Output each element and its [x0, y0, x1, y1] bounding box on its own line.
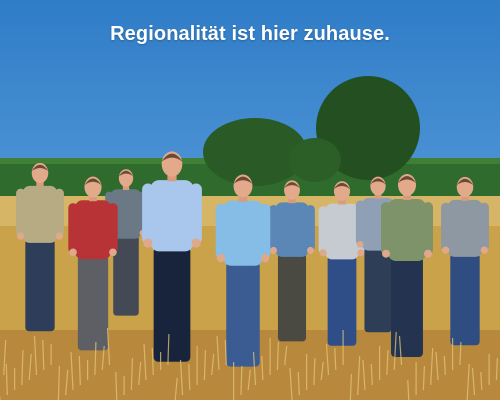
person-legs — [450, 253, 480, 346]
person-hand — [357, 249, 365, 257]
person-hand — [69, 248, 77, 257]
person-hand — [356, 240, 364, 248]
person-hand — [143, 238, 153, 248]
person-torso — [150, 180, 194, 252]
person-hand — [442, 246, 450, 254]
person-legs — [364, 247, 392, 333]
person-hand — [17, 232, 25, 240]
person-hand — [319, 249, 327, 257]
person-hand — [191, 238, 201, 248]
person-torso — [324, 203, 360, 260]
person-hand — [260, 253, 270, 263]
person-hand — [270, 246, 278, 254]
person-legs — [25, 239, 55, 332]
person-hand — [424, 249, 432, 258]
person-hand — [55, 232, 63, 240]
person-torso — [223, 200, 263, 266]
person-hand — [306, 246, 315, 254]
tree-small — [289, 138, 341, 182]
person-hand — [480, 246, 488, 254]
person-torso — [275, 202, 309, 257]
person-legs — [277, 253, 307, 342]
person-hand — [109, 248, 117, 257]
person-legs — [226, 261, 260, 367]
person-hand — [216, 253, 226, 263]
person-legs — [327, 255, 357, 346]
photo-illustration — [0, 76, 500, 400]
photo-scene: Regionalität ist hier zuhause. — [0, 0, 500, 400]
person-torso — [388, 199, 426, 261]
person-legs — [77, 255, 109, 351]
tree-group — [203, 76, 420, 186]
person-legs — [153, 246, 191, 362]
person-torso — [22, 185, 58, 243]
person-torso — [447, 199, 483, 257]
person-torso — [74, 200, 112, 260]
person-hand — [382, 249, 390, 258]
